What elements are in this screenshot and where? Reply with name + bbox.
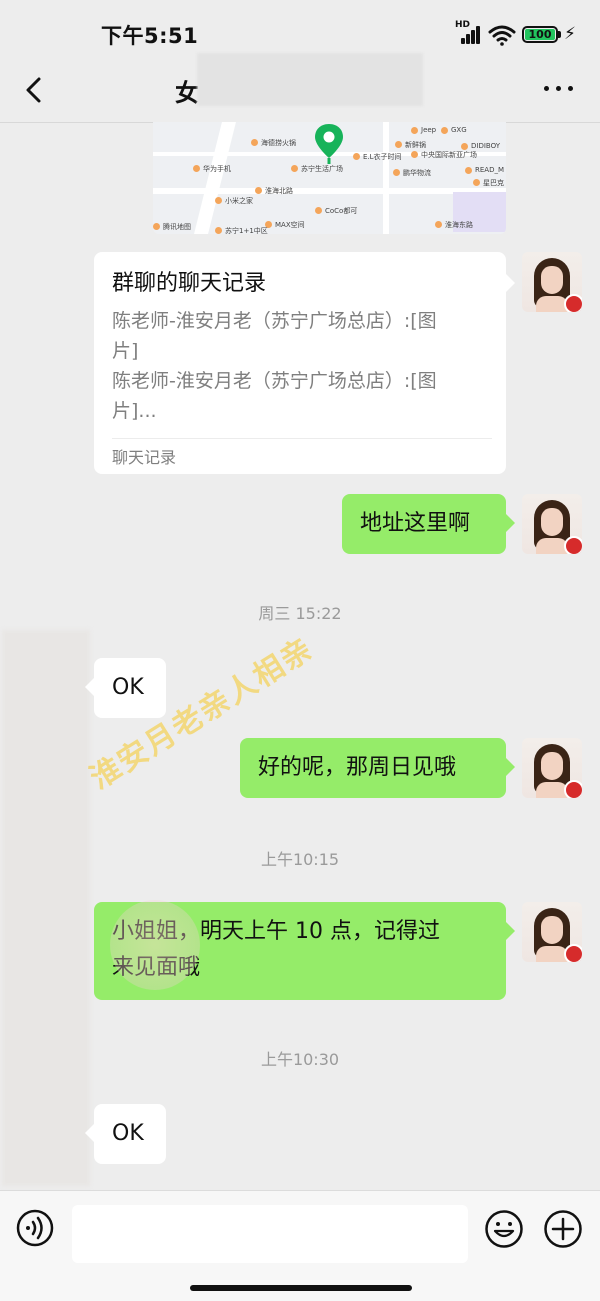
message-text: 地址这里啊 <box>360 511 471 536</box>
map-poi-label: Jeep <box>421 126 437 134</box>
map-poi-label: MAX空间 <box>275 221 305 229</box>
card-line: 片]... <box>112 400 157 422</box>
map-poi-marker <box>411 127 418 134</box>
map-poi-marker <box>395 141 402 148</box>
my-avatar[interactable] <box>522 252 582 312</box>
battery-tip <box>558 31 561 38</box>
map-poi-label: 淮海北路 <box>265 187 293 195</box>
received-message[interactable]: OK <box>85 1104 166 1164</box>
sent-message[interactable]: 地址这里啊 <box>342 494 515 554</box>
map-poi-marker <box>215 227 222 234</box>
battery-icon: 100 <box>522 26 558 43</box>
add-attachment-icon[interactable] <box>543 1209 583 1249</box>
map-poi-label: 星巴克 <box>483 179 504 187</box>
chat-record-card[interactable]: 群聊的聊天记录 陈老师-淮安月老（苏宁广场总店）:[图 片] 陈老师-淮安月老（… <box>94 252 515 474</box>
more-options-icon[interactable] <box>542 80 576 96</box>
network-type-label: HD <box>455 20 471 30</box>
map-poi-marker <box>291 165 298 172</box>
message-text: OK <box>112 1121 144 1146</box>
map-poi-label: 淮海东路 <box>445 221 473 229</box>
map-poi-marker <box>215 197 222 204</box>
my-avatar[interactable] <box>522 494 582 554</box>
my-avatar[interactable] <box>522 902 582 962</box>
map-poi-label: CoCo都可 <box>325 207 358 215</box>
map-poi-marker <box>435 221 442 228</box>
map-poi-label: 小米之家 <box>225 197 253 205</box>
map-poi-marker <box>353 153 360 160</box>
timestamp: 上午10:15 <box>260 850 340 869</box>
card-divider <box>112 438 492 439</box>
map-poi-marker <box>153 223 160 230</box>
my-avatar[interactable] <box>522 738 582 798</box>
map-poi-marker <box>441 127 448 134</box>
map-poi-label: GXG <box>451 126 467 134</box>
map-poi-label: 海德捞火锅 <box>261 139 296 147</box>
map-poi-label: 苏宁生活广场 <box>301 165 343 173</box>
battery-level: 100 <box>525 29 555 40</box>
card-footer-label: 聊天记录 <box>112 448 177 467</box>
contact-avatar-redaction <box>2 630 90 1186</box>
back-arrow-icon[interactable] <box>20 74 48 106</box>
contact-name: 女 <box>175 79 199 107</box>
location-map-message[interactable]: 海德捞火锅苏宁生活广场 E.L衣子时间 新鲜锅 Jeep GXG 华为手机小米之家 MAX空… <box>153 122 506 234</box>
card-line: 陈老师-淮安月老（苏宁广场总店）:[图 <box>112 310 437 332</box>
card-line: 片] <box>112 340 139 362</box>
map-pin-icon <box>315 124 343 164</box>
map-poi-label: READ_M <box>475 166 505 174</box>
message-text: OK <box>112 675 144 700</box>
map-poi-marker <box>461 143 468 150</box>
map-poi-label: 鹏华物流 <box>403 169 431 177</box>
cellular-signal-icon: HD <box>455 20 483 44</box>
message-input[interactable] <box>72 1205 468 1263</box>
sent-message[interactable]: 好的呢，那周日见哦 <box>240 738 515 798</box>
map-poi-marker <box>251 139 258 146</box>
map-poi-marker <box>255 187 262 194</box>
map-poi-marker <box>473 179 480 186</box>
home-indicator <box>190 1285 412 1291</box>
chat-header: 女 <box>0 53 600 123</box>
status-bar: 下午5:51 HD 100 ⚡ <box>0 0 600 60</box>
map-poi-label: 中央国际新亚广场 <box>421 151 477 159</box>
card-line: 陈老师-淮安月老（苏宁广场总店）:[图 <box>112 370 437 392</box>
timestamp: 上午10:30 <box>260 1050 340 1069</box>
map-poi-label: E.L衣子时间 <box>363 153 402 161</box>
name-redaction <box>197 53 423 106</box>
input-toolbar <box>0 1190 600 1301</box>
received-message[interactable]: OK <box>85 658 166 718</box>
map-poi-label: DIDIBOY <box>471 142 500 150</box>
map-poi-label: 新鲜锅 <box>405 141 426 149</box>
map-poi-label: 腾讯地图 <box>163 223 191 231</box>
map-poi-marker <box>393 169 400 176</box>
charging-icon: ⚡ <box>564 24 576 44</box>
map-poi-marker <box>193 165 200 172</box>
map-poi-marker <box>465 167 472 174</box>
message-text: 好的呢，那周日见哦 <box>258 755 457 780</box>
map-poi-label: 苏宁1+1中区 <box>225 227 268 234</box>
map-poi-label: 华为手机 <box>203 165 231 173</box>
map-poi-marker <box>315 207 322 214</box>
watermark-logo <box>110 900 200 990</box>
voice-input-icon[interactable] <box>16 1209 54 1247</box>
card-title: 群聊的聊天记录 <box>112 271 267 296</box>
status-time: 下午5:51 <box>101 24 199 48</box>
wifi-icon <box>488 25 516 46</box>
emoji-icon[interactable] <box>484 1209 524 1249</box>
map-poi-marker <box>411 151 418 158</box>
timestamp: 周三 15:22 <box>258 604 342 623</box>
